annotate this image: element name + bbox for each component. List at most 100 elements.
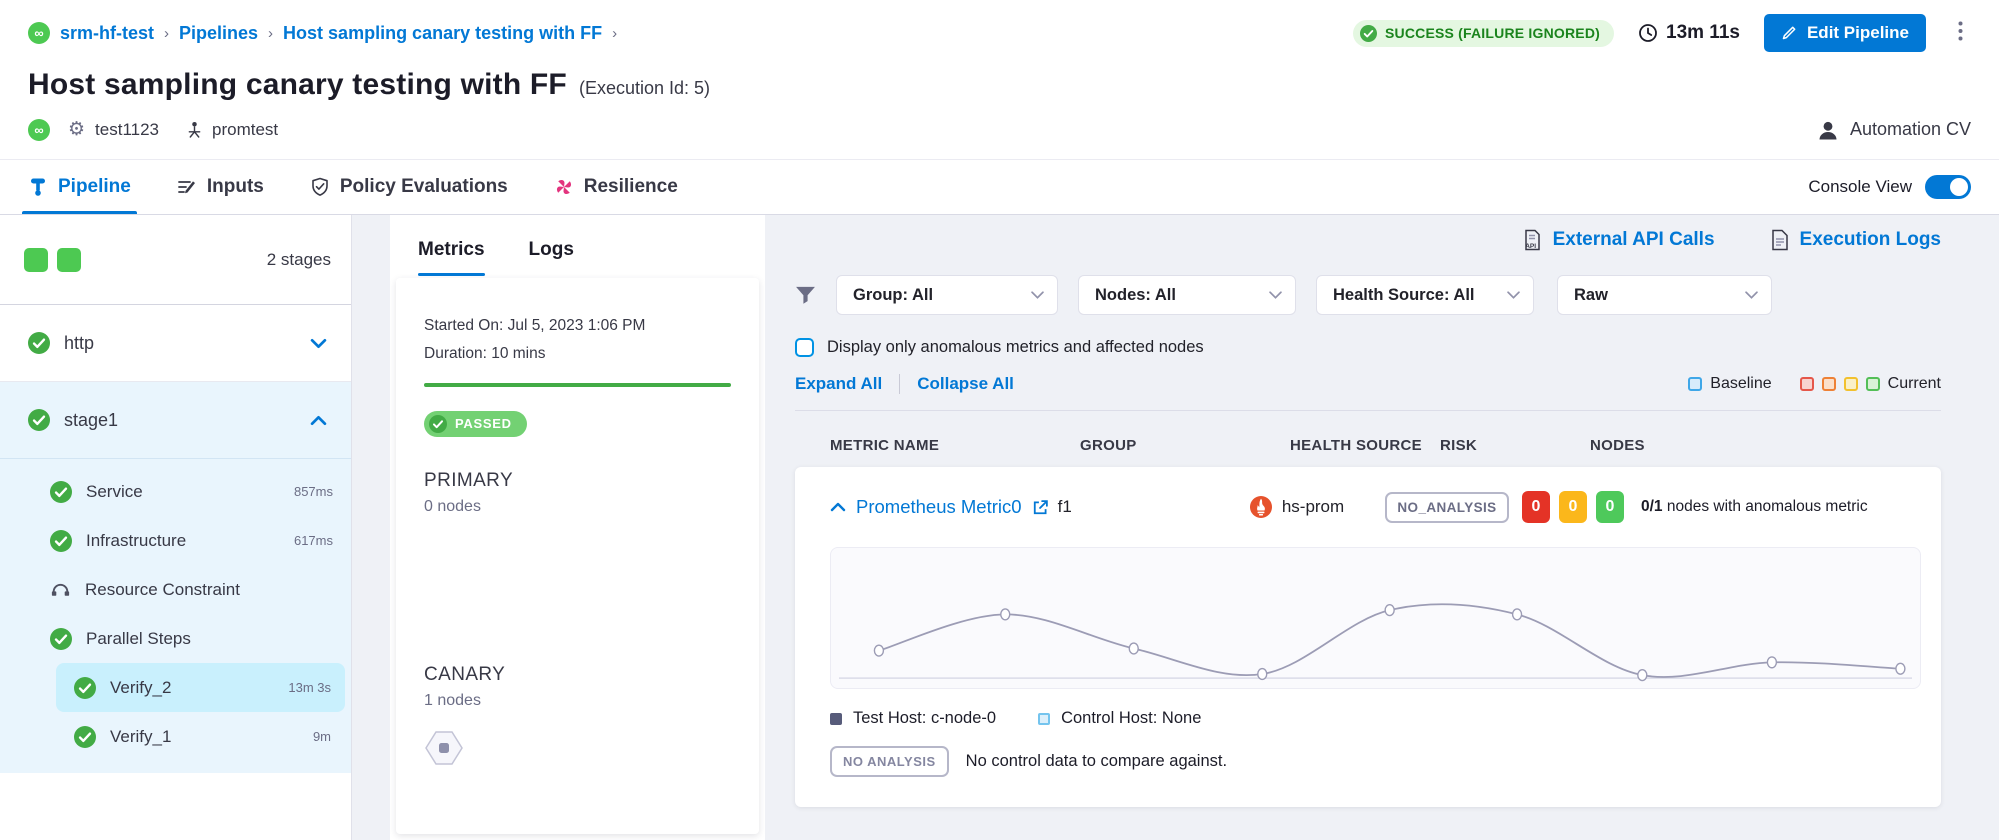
primary-group-label: PRIMARY: [424, 470, 731, 492]
execution-logs-link[interactable]: Execution Logs: [1771, 229, 1941, 251]
tab-pipeline-label: Pipeline: [58, 176, 131, 198]
svg-text:∞: ∞: [34, 122, 43, 137]
col-metric-name: METRIC NAME: [830, 437, 1080, 454]
expand-all-link[interactable]: Expand All: [795, 374, 882, 394]
prometheus-icon: [1249, 495, 1273, 519]
step-item-parallel-steps[interactable]: Parallel Steps: [0, 614, 351, 663]
control-host-legend-item: Control Host: None: [1038, 709, 1201, 728]
canary-node-hexagon[interactable]: [424, 730, 731, 771]
tab-logs[interactable]: Logs: [529, 239, 574, 276]
page-header: ∞ srm-hf-test › Pipelines › Host samplin…: [0, 0, 1999, 159]
breadcrumb: ∞ srm-hf-test › Pipelines › Host samplin…: [28, 22, 617, 44]
collapse-all-link[interactable]: Collapse All: [917, 374, 1014, 394]
data-type-value: Raw: [1574, 286, 1608, 305]
page-title: Host sampling canary testing with FF: [28, 68, 567, 102]
canary-group-label: CANARY: [424, 664, 731, 686]
col-risk: RISK: [1440, 437, 1590, 454]
anomalous-only-checkbox[interactable]: [795, 338, 814, 357]
passed-badge-label: PASSED: [455, 416, 512, 431]
section-divider: [795, 410, 1941, 411]
resource-constraint-icon: [50, 581, 71, 598]
tab-metrics[interactable]: Metrics: [418, 239, 485, 276]
status-badge-label: SUCCESS (FAILURE IGNORED): [1385, 25, 1600, 41]
tab-resilience-label: Resilience: [584, 176, 678, 198]
stage-item-stage1[interactable]: stage1: [0, 382, 351, 459]
filter-funnel-icon[interactable]: [795, 286, 816, 305]
success-check-icon: [50, 628, 72, 650]
nodes-filter-dropdown[interactable]: Nodes: All: [1078, 275, 1296, 315]
tab-pipeline[interactable]: Pipeline: [28, 160, 131, 214]
execution-id: (Execution Id: 5): [579, 78, 710, 99]
success-check-icon: [74, 726, 96, 748]
avatar-icon: [1817, 119, 1839, 141]
environment-tag-label: promtest: [212, 120, 278, 140]
chevron-down-icon: [1031, 291, 1044, 299]
amber-node-count-chip: 0: [1559, 491, 1587, 523]
stage1-steps: Service 857ms Infrastructure 617ms Resou…: [0, 459, 351, 773]
elapsed-time: 13m 11s: [1638, 22, 1740, 44]
execution-tabbar: Pipeline Inputs Policy Evaluations Resil…: [0, 159, 1999, 215]
console-view-toggle[interactable]: [1925, 175, 1971, 199]
step-item-resource-constraint[interactable]: Resource Constraint: [0, 565, 351, 614]
chevron-up-icon[interactable]: [830, 502, 846, 512]
metrics-region: API External API Calls Execution Logs Gr…: [765, 215, 1999, 840]
execution-logs-label: Execution Logs: [1800, 229, 1941, 251]
step-name: Infrastructure: [86, 531, 186, 551]
tab-logs-label: Logs: [529, 239, 574, 260]
success-check-icon: [28, 332, 50, 354]
data-type-dropdown[interactable]: Raw: [1557, 275, 1772, 315]
edit-pipeline-button[interactable]: Edit Pipeline: [1764, 14, 1926, 52]
stage-name: stage1: [64, 410, 118, 431]
tab-resilience[interactable]: Resilience: [554, 160, 678, 214]
breadcrumb-pipelines[interactable]: Pipelines: [179, 23, 258, 44]
step-name: Verify_2: [110, 678, 171, 698]
more-options-menu[interactable]: [1950, 17, 1971, 50]
verification-summary-panel: Metrics Logs Started On: Jul 5, 2023 1:0…: [390, 215, 765, 840]
stage-summary: 2 stages: [0, 215, 351, 305]
gear-icon: ⚙: [68, 118, 85, 141]
current-green-swatch: [1866, 377, 1880, 391]
external-api-calls-label: External API Calls: [1553, 229, 1715, 251]
metric-name-link[interactable]: Prometheus Metric0: [856, 496, 1022, 518]
canary-node-count: 1 nodes: [424, 692, 731, 710]
check-circle-icon: [1360, 25, 1377, 42]
health-source-filter-dropdown[interactable]: Health Source: All: [1316, 275, 1534, 315]
verification-summary-card: Started On: Jul 5, 2023 1:06 PM Duration…: [396, 278, 759, 834]
tab-policy-evaluations[interactable]: Policy Evaluations: [310, 160, 508, 214]
breadcrumb-separator: ›: [268, 25, 273, 42]
success-check-icon: [74, 677, 96, 699]
log-document-icon: [1771, 229, 1789, 251]
main-content: 2 stages http stage1 Service 857ms: [0, 215, 1999, 840]
metric-group-value: f1: [1058, 497, 1249, 517]
environment-tag: promtest: [187, 120, 278, 140]
stage-item-http[interactable]: http: [0, 305, 351, 382]
step-duration: 13m 3s: [288, 680, 331, 695]
risk-badge: NO_ANALYSIS: [1385, 492, 1508, 523]
kebab-icon: [1958, 21, 1963, 41]
edit-pipeline-label: Edit Pipeline: [1807, 23, 1909, 43]
step-name: Service: [86, 482, 143, 502]
step-item-verify-2[interactable]: Verify_2 13m 3s: [56, 663, 345, 712]
sidebar-filler: [0, 773, 351, 840]
external-link-icon[interactable]: [1032, 499, 1049, 516]
current-legend-label: Current: [1888, 375, 1941, 393]
environment-icon: [187, 121, 202, 138]
breadcrumb-project[interactable]: srm-hf-test: [60, 23, 154, 44]
step-name: Parallel Steps: [86, 629, 191, 649]
tab-inputs-label: Inputs: [207, 176, 264, 198]
service-tag-label: test1123: [95, 120, 159, 140]
user-name: Automation CV: [1850, 119, 1971, 140]
console-view-label: Console View: [1808, 177, 1912, 197]
primary-node-count: 0 nodes: [424, 498, 731, 516]
step-item-service[interactable]: Service 857ms: [0, 467, 351, 516]
step-item-infrastructure[interactable]: Infrastructure 617ms: [0, 516, 351, 565]
clock-icon: [1638, 23, 1658, 43]
group-filter-dropdown[interactable]: Group: All: [836, 275, 1058, 315]
breadcrumb-pipeline-name[interactable]: Host sampling canary testing with FF: [283, 23, 602, 44]
chevron-up-icon[interactable]: [310, 415, 327, 426]
external-api-calls-link[interactable]: API External API Calls: [1522, 229, 1715, 251]
tab-inputs[interactable]: Inputs: [177, 160, 264, 214]
baseline-legend-label: Baseline: [1710, 375, 1771, 393]
step-item-verify-1[interactable]: Verify_1 9m: [56, 712, 345, 761]
chevron-down-icon[interactable]: [310, 338, 327, 349]
